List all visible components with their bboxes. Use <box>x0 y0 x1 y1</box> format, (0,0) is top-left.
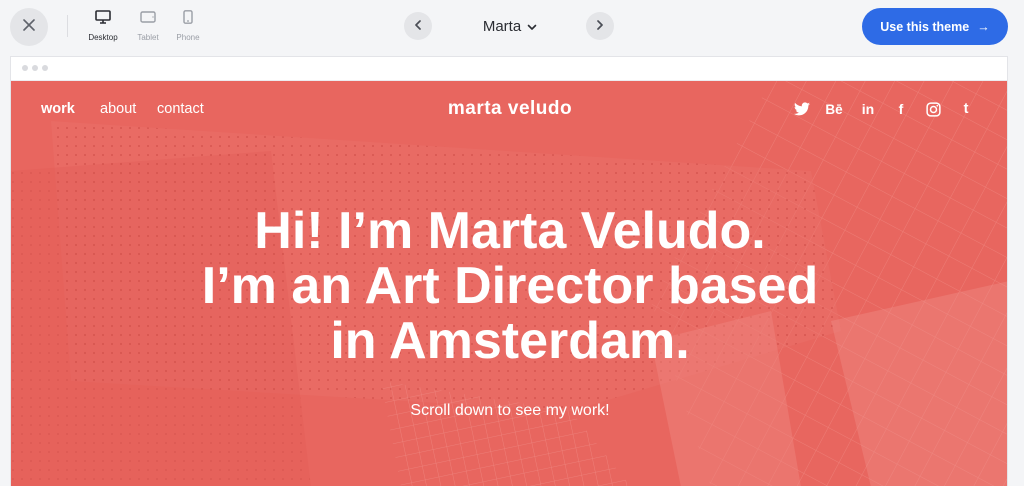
desktop-icon <box>95 10 111 29</box>
nav-link-work[interactable]: work <box>41 101 75 117</box>
twitter-icon[interactable] <box>793 100 811 118</box>
site-logo[interactable]: marta veludo <box>410 98 610 120</box>
preview-browser-frame: work about contact marta veludo Bē in f … <box>10 56 1008 486</box>
device-phone-label: Phone <box>176 33 200 42</box>
chevron-down-icon <box>527 18 537 35</box>
theme-selector[interactable]: Marta <box>470 15 550 37</box>
use-theme-button[interactable]: Use this theme → <box>862 8 1008 45</box>
hero-line: Hi! I’m Marta Veludo. <box>254 202 766 260</box>
toolbar-divider <box>67 15 68 37</box>
theme-preview: work about contact marta veludo Bē in f … <box>11 81 1007 486</box>
phone-icon <box>182 10 194 29</box>
browser-bar <box>11 57 1007 81</box>
device-tablet-label: Tablet <box>137 33 159 42</box>
window-dot-icon <box>32 65 38 71</box>
tumblr-icon[interactable]: t <box>957 100 975 118</box>
tablet-icon <box>140 10 156 29</box>
nav-link-contact[interactable]: contact <box>157 101 204 117</box>
chevron-left-icon <box>414 17 422 35</box>
behance-icon[interactable]: Bē <box>825 100 843 118</box>
close-icon <box>23 18 35 36</box>
next-theme-button[interactable] <box>586 12 614 40</box>
hero-heading: Hi! I’m Marta Veludo. I’m an Art Directo… <box>110 204 910 369</box>
window-dot-icon <box>42 65 48 71</box>
arrow-right-icon: → <box>977 19 990 34</box>
device-phone-button[interactable]: Phone <box>166 10 210 44</box>
nav-link-about[interactable]: about <box>100 101 136 117</box>
instagram-icon[interactable] <box>924 100 942 118</box>
close-button[interactable] <box>10 8 48 46</box>
use-theme-label: Use this theme <box>880 19 970 34</box>
hero-line: I’m an Art Director based <box>201 257 819 315</box>
hero-subtitle: Scroll down to see my work! <box>410 402 610 419</box>
facebook-icon[interactable]: f <box>892 100 910 118</box>
preview-toolbar: Desktop Tablet Phone Marta Use this them… <box>0 0 1024 54</box>
site-header: work about contact marta veludo Bē in f … <box>11 81 1007 138</box>
device-desktop-button[interactable]: Desktop <box>81 10 125 44</box>
theme-name: Marta <box>482 17 522 35</box>
device-desktop-label: Desktop <box>88 33 118 42</box>
hero-line: in Amsterdam. <box>330 312 690 370</box>
previous-theme-button[interactable] <box>404 12 432 40</box>
window-dot-icon <box>22 65 28 71</box>
device-tablet-button[interactable]: Tablet <box>126 10 170 44</box>
chevron-right-icon <box>596 17 604 35</box>
linkedin-icon[interactable]: in <box>859 100 877 118</box>
